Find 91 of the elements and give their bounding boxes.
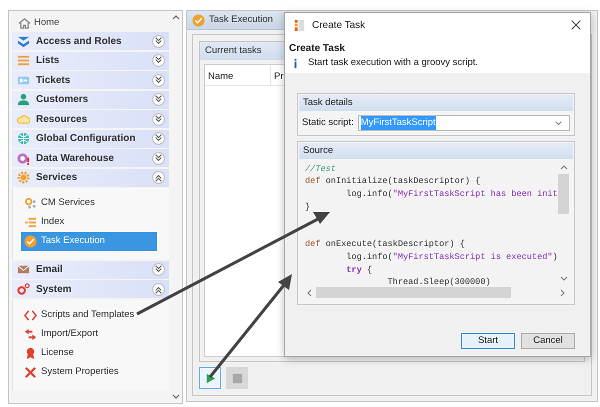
section-header[interactable]: Access and Roles: [12, 32, 169, 50]
code-brackets-icon: [24, 308, 37, 322]
house-icon: [18, 17, 31, 30]
nav-item-label[interactable]: License: [41, 346, 74, 360]
section-label[interactable]: Email: [36, 262, 63, 277]
section-header[interactable]: Lists: [12, 52, 169, 70]
database-warning-icon: [17, 152, 30, 164]
nav-item-label[interactable]: System Properties: [41, 364, 119, 380]
scroll-left-icon[interactable]: [306, 288, 312, 297]
code-line: def onExecute(taskDescriptor) {: [305, 238, 466, 251]
gears-icon: [17, 282, 30, 296]
nav-item[interactable]: Import/Export: [21, 324, 157, 344]
section-label[interactable]: Global Configuration: [36, 131, 136, 146]
expand-icon[interactable]: [152, 54, 165, 67]
section-label[interactable]: Lists: [36, 53, 60, 68]
code-line: }: [305, 200, 312, 214]
dialog-title: Create Task: [312, 18, 366, 32]
list-icon: [17, 54, 30, 67]
check-circle-icon: [192, 14, 205, 26]
section-header[interactable]: Email: [12, 260, 169, 278]
section-label[interactable]: Data Warehouse: [36, 150, 114, 166]
nav-item[interactable]: License: [21, 344, 157, 362]
code-line: Thread.Sleep(300000): [386, 276, 492, 286]
section-header[interactable]: Data Warehouse: [12, 149, 169, 167]
play-button[interactable]: [199, 367, 221, 389]
envelope-icon: [17, 263, 30, 276]
section-label[interactable]: Services: [36, 170, 78, 185]
expand-icon[interactable]: [152, 132, 165, 145]
column-header[interactable]: Pr: [271, 65, 284, 85]
expand-icon[interactable]: [152, 34, 165, 48]
home-label[interactable]: Home: [34, 16, 60, 31]
close-icon[interactable]: [570, 19, 582, 31]
scroll-down-icon[interactable]: [560, 276, 568, 282]
scroll-down-icon[interactable]: [172, 394, 180, 400]
home-link[interactable]: Home: [12, 15, 169, 32]
scroll-right-icon[interactable]: [560, 288, 566, 297]
section-header[interactable]: Tickets: [12, 71, 169, 89]
section-header[interactable]: Resources: [12, 110, 169, 128]
section-label[interactable]: Customers: [36, 92, 88, 107]
person-icon: [17, 93, 30, 106]
collapse-icon[interactable]: [152, 282, 165, 296]
code-line: log.info("MyFirstTaskScript is executed"): [345, 250, 557, 264]
nav-item-label[interactable]: Scripts and Templates: [41, 308, 134, 322]
expand-icon[interactable]: [152, 74, 165, 86]
gear-icon: [17, 171, 30, 184]
code-line: //Test: [305, 162, 337, 176]
section-label[interactable]: Tickets: [36, 72, 70, 88]
nav-item-label[interactable]: Index: [41, 215, 64, 230]
nav-item[interactable]: System Properties: [21, 362, 157, 382]
collapse-icon[interactable]: [152, 171, 165, 184]
section-header[interactable]: Services: [12, 168, 169, 186]
nav-item[interactable]: CM Services: [21, 194, 157, 213]
code-line: log.info("MyFirstTaskScript has been init: [345, 188, 557, 201]
section-header[interactable]: Global Configuration: [12, 130, 169, 148]
dialog-heading: Create Task: [289, 42, 346, 56]
field-label: Static script:: [302, 116, 354, 130]
code-line: def onInitialize(taskDescriptor) {: [305, 175, 482, 188]
section-header[interactable]: Customers: [12, 90, 169, 108]
exchange-icon: [24, 328, 37, 340]
nav-item-label[interactable]: Import/Export: [41, 326, 98, 342]
list-icon: [24, 216, 37, 229]
nav-item-label[interactable]: CM Services: [41, 196, 95, 211]
expand-icon[interactable]: [152, 263, 165, 276]
scroll-up-icon[interactable]: [560, 164, 568, 170]
nav-item[interactable]: Scripts and Templates: [21, 306, 157, 324]
section-label[interactable]: System: [36, 282, 72, 296]
document-tab[interactable]: Task Execution: [187, 11, 291, 30]
expand-icon[interactable]: [152, 112, 165, 126]
section-header[interactable]: System: [12, 280, 169, 298]
tab-label[interactable]: Task Execution: [209, 12, 273, 28]
dialog-button[interactable]: Start: [461, 332, 515, 349]
dialog-button[interactable]: Cancel: [521, 332, 575, 349]
globe-icon: [17, 132, 30, 145]
section-label[interactable]: Resources: [36, 112, 88, 126]
award-icon: [24, 346, 37, 360]
group-header: Task details: [299, 95, 573, 111]
code-line: try {: [345, 264, 374, 276]
tools-icon: [24, 366, 37, 378]
group-header: Source: [299, 142, 573, 159]
expand-icon[interactable]: [152, 152, 165, 164]
stop-icon: [230, 372, 244, 384]
section-label[interactable]: Access and Roles: [36, 34, 122, 48]
app-icon: [293, 18, 306, 32]
scroll-up-icon[interactable]: [172, 14, 180, 20]
nav-item[interactable]: Index: [21, 213, 157, 232]
check-circle-icon: [24, 235, 37, 248]
expand-icon[interactable]: [152, 93, 165, 106]
column-header[interactable]: Name: [205, 65, 271, 85]
cloud-icon: [17, 112, 30, 126]
gears-icon: [24, 197, 37, 210]
chevron-stack-icon: [17, 34, 30, 48]
